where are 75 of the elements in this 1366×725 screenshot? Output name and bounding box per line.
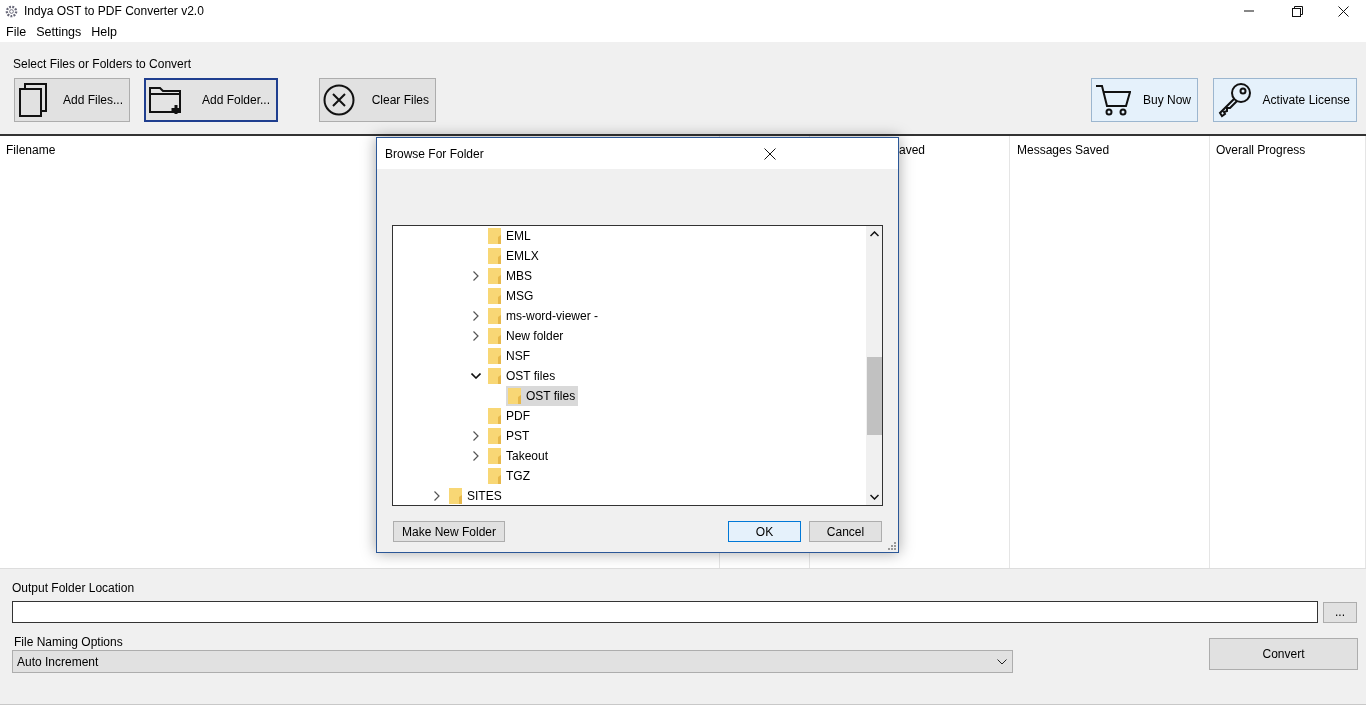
folder-item[interactable]: EMLX bbox=[486, 246, 542, 266]
field-label: Output Folder Location bbox=[11, 580, 136, 595]
folder-icon bbox=[488, 348, 501, 364]
folder-plus-icon bbox=[149, 85, 183, 115]
buy-button[interactable]: Buy Now bbox=[1091, 78, 1198, 122]
chevron-right-icon[interactable] bbox=[473, 451, 479, 461]
folder-item[interactable]: ms-word-viewer - bbox=[486, 306, 601, 326]
close-icon bbox=[1337, 5, 1349, 17]
key-icon bbox=[1217, 82, 1253, 118]
toolbar-button[interactable]: Add Folder... bbox=[144, 78, 278, 122]
chevron-down-icon bbox=[997, 658, 1007, 665]
folder-item[interactable]: TGZ bbox=[486, 466, 533, 486]
folder-icon bbox=[488, 468, 501, 484]
folder-icon bbox=[488, 428, 501, 444]
chevron-right-icon[interactable] bbox=[473, 331, 479, 341]
folder-item[interactable]: MBS bbox=[486, 266, 535, 286]
chevron-down-icon[interactable] bbox=[471, 373, 481, 379]
column-header: Overall Progress bbox=[1216, 143, 1306, 157]
folder-icon bbox=[488, 308, 501, 324]
dialog-button[interactable]: Cancel bbox=[809, 521, 882, 542]
folder-icon bbox=[449, 488, 462, 504]
folder-icon bbox=[488, 328, 501, 344]
column-header: Filename bbox=[6, 143, 56, 157]
folder-icon bbox=[488, 408, 501, 424]
scrollbar[interactable] bbox=[866, 226, 882, 505]
column-header: aved bbox=[899, 143, 926, 157]
section-label: Select Files or Folders to Convert bbox=[12, 56, 193, 71]
documents-icon bbox=[18, 83, 48, 117]
folder-icon bbox=[488, 368, 501, 384]
folder-icon bbox=[488, 228, 501, 244]
folder-icon bbox=[488, 268, 501, 284]
resize-grip-icon bbox=[887, 541, 896, 550]
folder-item[interactable]: Takeout bbox=[486, 446, 552, 466]
folder-item[interactable]: PST bbox=[486, 426, 533, 446]
chevron-right-icon[interactable] bbox=[473, 431, 479, 441]
convert-button[interactable]: Convert bbox=[1209, 638, 1358, 670]
toolbar-button[interactable]: Clear Files bbox=[319, 78, 436, 122]
scroll-up-icon bbox=[869, 231, 879, 237]
naming-dropdown[interactable]: Auto Increment bbox=[12, 650, 1013, 673]
cart-icon bbox=[1095, 83, 1131, 117]
window-title: Indya OST to PDF Converter v2.0 bbox=[24, 4, 204, 18]
menu-item[interactable]: File bbox=[1, 25, 32, 39]
menu-item[interactable]: Settings bbox=[31, 25, 87, 39]
browse-button[interactable]: ... bbox=[1323, 601, 1357, 623]
close-icon bbox=[763, 147, 776, 160]
chevron-right-icon[interactable] bbox=[473, 271, 479, 281]
scroll-thumb[interactable] bbox=[866, 357, 882, 435]
folder-item[interactable]: SITES bbox=[447, 486, 505, 505]
license-button[interactable]: Activate License bbox=[1213, 78, 1357, 122]
folder-icon bbox=[488, 248, 501, 264]
folder-icon bbox=[488, 448, 501, 464]
gear-icon bbox=[5, 4, 18, 18]
circle-x-icon bbox=[323, 84, 355, 116]
folder-item[interactable]: EML bbox=[486, 226, 534, 246]
dialog-button[interactable]: OK bbox=[728, 521, 801, 542]
dialog-button[interactable]: Make New Folder bbox=[393, 521, 506, 542]
dialog-title: Browse For Folder bbox=[385, 146, 485, 161]
field-label: File Naming Options bbox=[13, 634, 124, 649]
chevron-right-icon[interactable] bbox=[434, 491, 440, 501]
output-folder-field[interactable] bbox=[12, 601, 1318, 623]
folder-item[interactable]: OST files bbox=[506, 386, 579, 406]
folder-item[interactable]: MSG bbox=[486, 286, 537, 306]
folder-item[interactable]: New folder bbox=[486, 326, 567, 346]
toolbar-button[interactable]: Add Files... bbox=[14, 78, 130, 122]
folder-item[interactable]: NSF bbox=[486, 346, 533, 366]
restore-icon bbox=[1291, 5, 1303, 17]
chevron-right-icon[interactable] bbox=[473, 311, 479, 321]
folder-icon bbox=[488, 288, 501, 304]
menu-item[interactable]: Help bbox=[86, 25, 123, 39]
column-header: Messages Saved bbox=[1017, 143, 1110, 157]
scroll-down-icon bbox=[869, 494, 879, 500]
folder-item[interactable]: PDF bbox=[486, 406, 533, 426]
folder-item[interactable]: OST files bbox=[486, 366, 559, 386]
folder-icon bbox=[508, 388, 521, 404]
minimize-icon bbox=[1244, 10, 1254, 12]
